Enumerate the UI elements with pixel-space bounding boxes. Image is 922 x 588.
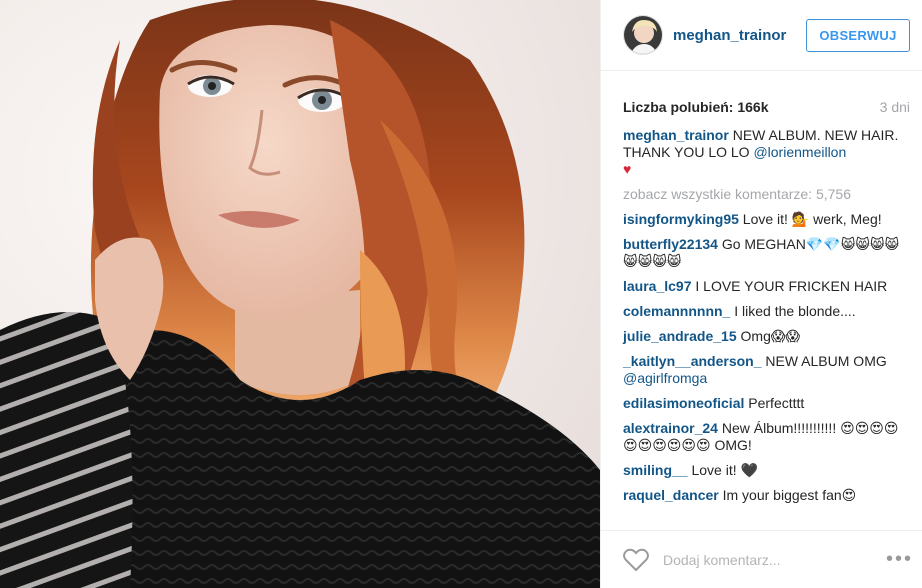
comment-item: laura_lc97 I LOVE YOUR FRICKEN HAIR <box>623 278 912 295</box>
post-photo[interactable] <box>0 0 600 588</box>
comment-username[interactable]: laura_lc97 <box>623 278 692 294</box>
comment-username[interactable]: _kaitlyn__anderson_ <box>623 353 762 369</box>
comment-item: raquel_dancer Im your biggest fan😍 <box>623 487 912 504</box>
comment-username[interactable]: butterfly22134 <box>623 236 718 252</box>
comment-item: isingformyking95 Love it! 💁 werk, Meg! <box>623 211 912 228</box>
follow-button[interactable]: OBSERWUJ <box>806 18 910 52</box>
comment-text: I LOVE YOUR FRICKEN HAIR <box>691 278 888 294</box>
comments-list: meghan_trainor NEW ALBUM. NEW HAIR. THAN… <box>601 121 922 551</box>
comment-text: Perfectttt <box>744 395 805 411</box>
comment-text: Im your biggest fan😍 <box>718 487 857 503</box>
caption-username[interactable]: meghan_trainor <box>623 127 729 143</box>
author-username[interactable]: meghan_trainor <box>673 27 806 44</box>
comment-text: Love it! 💁 werk, Meg! <box>738 211 882 227</box>
comment-item: julie_andrade_15 Omg😱😱 <box>623 328 912 345</box>
comment-username[interactable]: raquel_dancer <box>623 487 719 503</box>
comment-input[interactable] <box>663 551 886 568</box>
comment-text: Omg😱😱 <box>736 328 801 344</box>
likes-count[interactable]: Liczba polubień: 166k <box>623 99 768 115</box>
comment-item: alextrainor_24 New Álbum!!!!!!!!!!! 😍😍😍😍… <box>623 420 912 454</box>
comment-item: edilasimoneoficial Perfectttt <box>623 395 912 412</box>
more-options-icon[interactable]: ••• <box>886 548 913 571</box>
post-time[interactable]: 3 dni <box>880 99 910 115</box>
caption: meghan_trainor NEW ALBUM. NEW HAIR. THAN… <box>623 127 912 178</box>
post-details-panel: meghan_trainor OBSERWUJ Liczba polubień:… <box>600 0 922 588</box>
comment-username[interactable]: julie_andrade_15 <box>623 328 737 344</box>
comment-item: butterfly22134 Go MEGHAN💎💎😸😸😸😸😸😸😸😸 <box>623 236 912 270</box>
comment-username[interactable]: colemannnnnn_ <box>623 303 730 319</box>
comment-text: NEW ALBUM OMG <box>761 353 887 369</box>
comment-footer: ••• <box>601 530 922 588</box>
avatar[interactable] <box>623 15 663 55</box>
comment-username[interactable]: isingformyking95 <box>623 211 739 227</box>
comment-username[interactable]: smiling__ <box>623 462 688 478</box>
comment-item: smiling__ Love it! 🖤 <box>623 462 912 479</box>
avatar-image <box>624 16 662 54</box>
post-meta: Liczba polubień: 166k 3 dni <box>601 71 922 121</box>
comment-text: Love it! 🖤 <box>687 462 758 478</box>
comment-mention[interactable]: @agirlfromga <box>623 370 707 386</box>
comment-username[interactable]: alextrainor_24 <box>623 420 718 436</box>
view-all-comments-link[interactable]: zobacz wszystkie komentarze: 5,756 <box>623 186 912 203</box>
caption-mention[interactable]: @lorienmeillon <box>753 144 846 160</box>
portrait-image <box>0 0 600 588</box>
comment-item: colemannnnnn_ I liked the blonde.... <box>623 303 912 320</box>
comment-text: I liked the blonde.... <box>730 303 856 319</box>
red-heart-icon: ♥ <box>623 161 632 177</box>
comment-item: _kaitlyn__anderson_ NEW ALBUM OMG @agirl… <box>623 353 912 387</box>
heart-outline-icon[interactable] <box>623 548 649 572</box>
comment-username[interactable]: edilasimoneoficial <box>623 395 744 411</box>
post-header: meghan_trainor OBSERWUJ <box>601 0 922 71</box>
